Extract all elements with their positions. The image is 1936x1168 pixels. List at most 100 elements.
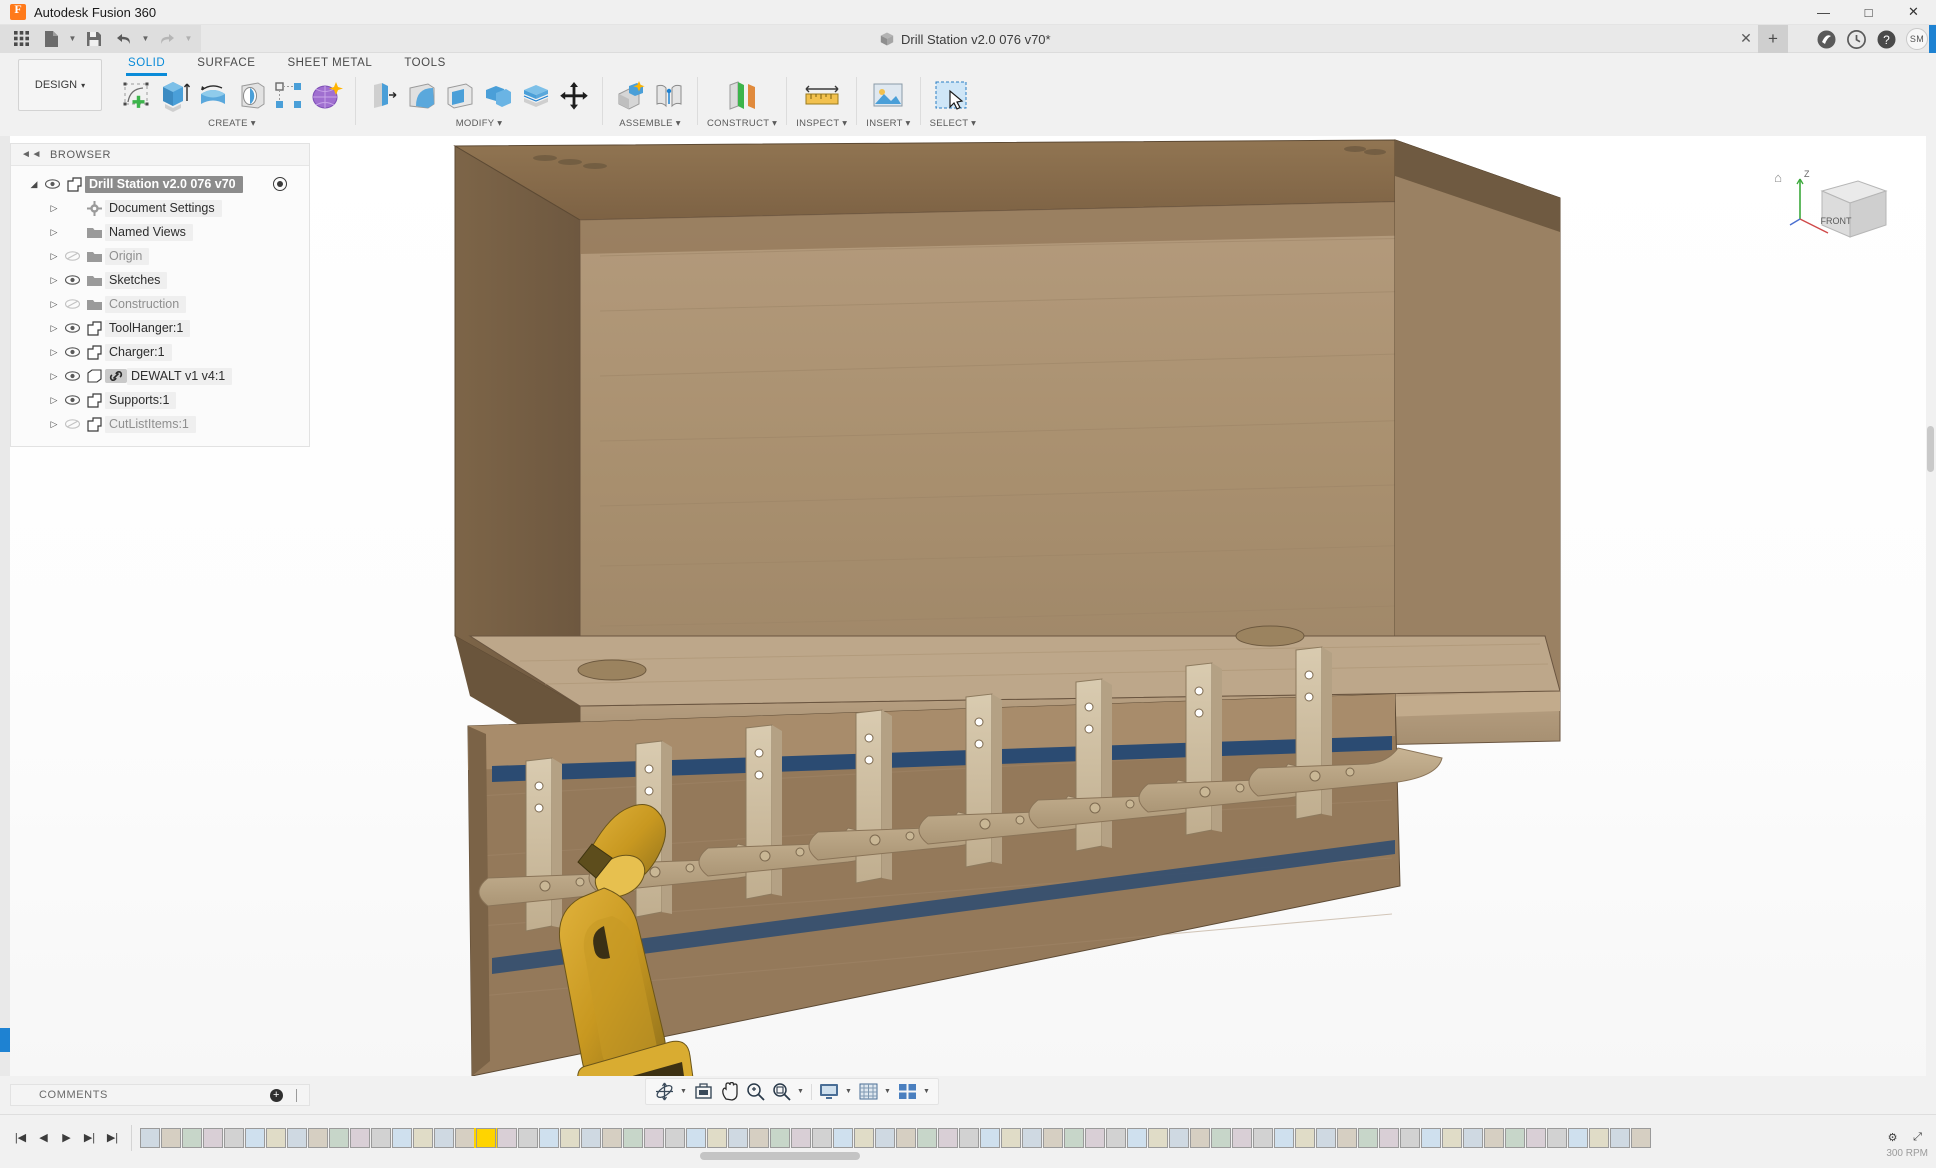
- timeline-feature-node[interactable]: [1190, 1127, 1210, 1148]
- timeline-feature-node[interactable]: [1001, 1127, 1021, 1148]
- timeline-feature-node[interactable]: [770, 1127, 790, 1148]
- select-group-label[interactable]: SELECT ▾: [930, 118, 977, 129]
- expander-icon[interactable]: ▷: [47, 251, 61, 262]
- move-copy-icon[interactable]: [555, 75, 593, 117]
- expander-icon[interactable]: ▷: [47, 227, 61, 238]
- tree-item-cutlistitems[interactable]: ▷ CutListItems:1: [11, 412, 309, 436]
- viewports-caret-icon[interactable]: ▼: [921, 1080, 932, 1104]
- tab-surface[interactable]: SURFACE: [181, 53, 271, 74]
- construct-group-label[interactable]: CONSTRUCT ▾: [707, 118, 777, 129]
- expander-icon[interactable]: ◢: [27, 179, 41, 190]
- home-icon[interactable]: ⌂: [1774, 170, 1782, 185]
- timeline-feature-node[interactable]: [1610, 1127, 1630, 1148]
- timeline-feature-node[interactable]: [560, 1127, 580, 1148]
- timeline-feature-node[interactable]: [1022, 1127, 1042, 1148]
- scrollbar-thumb[interactable]: [1927, 426, 1934, 472]
- timeline-feature-node[interactable]: [287, 1127, 307, 1148]
- timeline-feature-node[interactable]: [791, 1127, 811, 1148]
- display-settings-icon[interactable]: [817, 1080, 841, 1104]
- orbit-caret-icon[interactable]: ▼: [678, 1080, 689, 1104]
- timeline-feature-node[interactable]: [308, 1127, 328, 1148]
- create-group-label[interactable]: CREATE ▾: [208, 118, 256, 129]
- insert-group-label[interactable]: INSERT ▾: [866, 118, 910, 129]
- timeline-feature-node[interactable]: [1295, 1127, 1315, 1148]
- timeline-settings-icon[interactable]: ⚙: [1882, 1126, 1903, 1150]
- expander-icon[interactable]: ▷: [47, 371, 61, 382]
- expander-icon[interactable]: ▷: [47, 347, 61, 358]
- timeline-feature-node[interactable]: [1127, 1127, 1147, 1148]
- grid-caret-icon[interactable]: ▼: [882, 1080, 893, 1104]
- timeline-feature-node[interactable]: [896, 1127, 916, 1148]
- orbit-icon[interactable]: [652, 1080, 676, 1104]
- timeline-feature-node[interactable]: [371, 1127, 391, 1148]
- tree-item-origin[interactable]: ▷ Origin: [11, 244, 309, 268]
- timeline-feature-node[interactable]: [392, 1127, 412, 1148]
- expander-icon[interactable]: ▷: [47, 299, 61, 310]
- fit-caret-icon[interactable]: ▼: [795, 1080, 806, 1104]
- timeline-feature-node[interactable]: [497, 1127, 517, 1148]
- collapse-panel-icon[interactable]: ◄◄: [21, 149, 42, 160]
- timeline-feature-node[interactable]: [140, 1127, 160, 1148]
- visibility-eye-off-icon[interactable]: [61, 251, 83, 261]
- timeline-feature-node[interactable]: [1589, 1127, 1609, 1148]
- new-file-icon[interactable]: [36, 26, 66, 52]
- tree-item-sketches[interactable]: ▷ Sketches: [11, 268, 309, 292]
- timeline-feature-node[interactable]: [1547, 1127, 1567, 1148]
- right-scrollbar[interactable]: [1926, 136, 1936, 1076]
- modify-group-label[interactable]: MODIFY ▾: [456, 118, 503, 129]
- assemble-group-label[interactable]: ASSEMBLE ▾: [619, 118, 681, 129]
- tab-solid[interactable]: SOLID: [112, 53, 181, 76]
- timeline-feature-node[interactable]: [980, 1127, 1000, 1148]
- visibility-eye-icon[interactable]: [61, 323, 83, 333]
- timeline-feature-node[interactable]: [1274, 1127, 1294, 1148]
- activate-component-radio[interactable]: [273, 177, 287, 191]
- timeline-feature-node[interactable]: [350, 1127, 370, 1148]
- timeline-feature-node[interactable]: [707, 1127, 727, 1148]
- comments-panel[interactable]: COMMENTS +: [10, 1084, 310, 1106]
- visibility-eye-icon[interactable]: [61, 395, 83, 405]
- pan-icon[interactable]: [717, 1080, 741, 1104]
- tree-item-dewalt[interactable]: ▷ DEWALT v1 v4:1: [11, 364, 309, 388]
- pattern-icon[interactable]: [270, 75, 308, 117]
- timeline-feature-list[interactable]: [140, 1127, 1882, 1148]
- timeline-feature-node[interactable]: [833, 1127, 853, 1148]
- maximize-button[interactable]: □: [1846, 0, 1891, 25]
- timeline-feature-node[interactable]: [1316, 1127, 1336, 1148]
- measure-icon[interactable]: [803, 75, 841, 117]
- new-document-tab-button[interactable]: +: [1758, 25, 1788, 53]
- add-comment-icon[interactable]: +: [270, 1088, 283, 1102]
- timeline-feature-node[interactable]: [1211, 1127, 1231, 1148]
- tree-item-document-settings[interactable]: ▷ Document Settings: [11, 196, 309, 220]
- help-icon[interactable]: ?: [1876, 29, 1896, 49]
- timeline-feature-node[interactable]: [1232, 1127, 1252, 1148]
- combine-icon[interactable]: [479, 75, 517, 117]
- timeline-feature-node[interactable]: [1085, 1127, 1105, 1148]
- look-at-icon[interactable]: [691, 1080, 715, 1104]
- close-button[interactable]: ✕: [1891, 0, 1936, 25]
- timeline-feature-node[interactable]: [665, 1127, 685, 1148]
- timeline-feature-node[interactable]: [812, 1127, 832, 1148]
- extensions-icon[interactable]: [1816, 29, 1836, 49]
- visibility-eye-off-icon[interactable]: [61, 419, 83, 429]
- timeline-feature-node[interactable]: [602, 1127, 622, 1148]
- sweep-icon[interactable]: [232, 75, 270, 117]
- timeline-feature-node[interactable]: [1043, 1127, 1063, 1148]
- timeline-step-back-button[interactable]: ◀: [33, 1126, 54, 1150]
- tree-item-supports[interactable]: ▷ Supports:1: [11, 388, 309, 412]
- save-icon[interactable]: [79, 26, 109, 52]
- undo-caret-icon[interactable]: ▼: [139, 26, 152, 52]
- timeline-feature-node[interactable]: [749, 1127, 769, 1148]
- timeline-feature-node[interactable]: [581, 1127, 601, 1148]
- timeline-feature-node[interactable]: [1484, 1127, 1504, 1148]
- fillet-icon[interactable]: [403, 75, 441, 117]
- tree-item-root[interactable]: ◢ Drill Station v2.0 076 v70: [11, 172, 309, 196]
- timeline-feature-node[interactable]: [1463, 1127, 1483, 1148]
- timeline-feature-node[interactable]: [182, 1127, 202, 1148]
- timeline-feature-node[interactable]: [1442, 1127, 1462, 1148]
- timeline-feature-node[interactable]: [455, 1127, 475, 1148]
- display-caret-icon[interactable]: ▼: [843, 1080, 854, 1104]
- timeline-play-button[interactable]: ▶: [56, 1126, 77, 1150]
- timeline-feature-node[interactable]: [728, 1127, 748, 1148]
- timeline-feature-node[interactable]: [1106, 1127, 1126, 1148]
- tree-item-toolhanger[interactable]: ▷ ToolHanger:1: [11, 316, 309, 340]
